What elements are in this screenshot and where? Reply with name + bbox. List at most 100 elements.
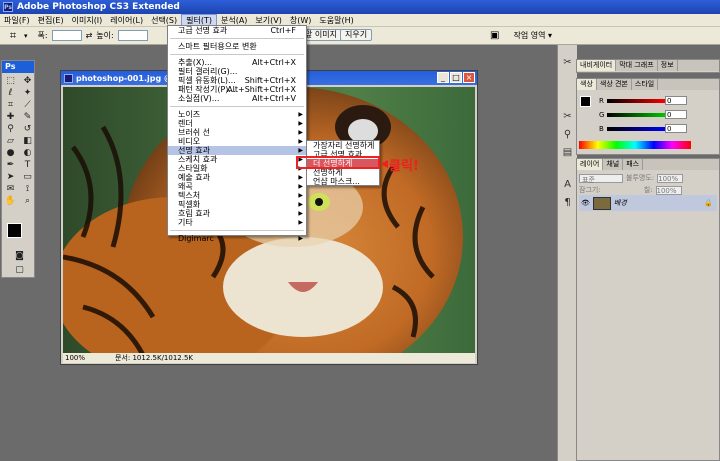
filter-menu-item-pattern-maker[interactable]: 패턴 작성기(P)... Alt+Shift+Ctrl+X: [168, 85, 306, 94]
menu-image[interactable]: 이미지(I): [68, 14, 107, 27]
zoom-tool-icon[interactable]: ⌕: [20, 196, 35, 207]
red-value-input[interactable]: 0: [665, 96, 687, 105]
minimize-icon[interactable]: _: [437, 72, 449, 83]
tab-info[interactable]: 정보: [658, 60, 678, 71]
blue-value-input[interactable]: 0: [665, 124, 687, 133]
fill-input[interactable]: 100%: [655, 185, 682, 195]
filter-menu-item-video[interactable]: 비디오 ▶: [168, 137, 306, 146]
color-foreground-swatch[interactable]: [580, 96, 591, 107]
tab-navigator[interactable]: 내비게이터: [577, 60, 617, 71]
shape-tool-icon[interactable]: ▭: [20, 172, 35, 183]
tab-layers[interactable]: 레이어: [577, 159, 604, 170]
hand-tool-icon[interactable]: ✋: [3, 196, 18, 207]
submenu-item-sharpen[interactable]: 선명하게: [307, 168, 379, 177]
swap-icon[interactable]: ⇄: [86, 31, 93, 40]
filter-menu-item-blur[interactable]: 흐림 효과 ▶: [168, 209, 306, 218]
lasso-tool-icon[interactable]: ℓ: [3, 88, 18, 99]
foreground-color-swatch[interactable]: [7, 223, 22, 238]
red-slider[interactable]: [606, 99, 667, 103]
filter-menu: 고급 선명 효과 Ctrl+F 스마트 필터용으로 변환 추출(X)... Alt+…: [167, 25, 307, 243]
green-slider[interactable]: [607, 113, 668, 117]
filter-menu-item-extract[interactable]: 추출(X)... Alt+Ctrl+X: [168, 58, 306, 67]
marquee-tool-icon[interactable]: ⬚: [3, 76, 18, 87]
tool-preset-arrow-icon[interactable]: ▾: [24, 32, 28, 40]
tab-styles[interactable]: 스타일: [632, 79, 659, 90]
filter-menu-item-smart-filter[interactable]: 스마트 필터용으로 변환: [168, 42, 306, 51]
tab-swatches[interactable]: 색상 견본: [597, 79, 632, 90]
opacity-input[interactable]: 100%: [657, 173, 684, 183]
tab-histogram[interactable]: 막대 그래프: [616, 60, 658, 71]
filter-menu-item-other[interactable]: 기타 ▶: [168, 218, 306, 227]
maximize-icon[interactable]: □: [450, 72, 462, 83]
app-title: Adobe Photoshop CS3 Extended: [17, 2, 180, 12]
menu-layer[interactable]: 레이어(L): [106, 14, 147, 27]
filter-menu-item-liquify[interactable]: 픽셀 유동화(L)... Shift+Ctrl+X: [168, 76, 306, 85]
blend-mode-select[interactable]: 표준: [579, 173, 623, 184]
blur-tool-icon[interactable]: ●: [3, 148, 18, 159]
filter-menu-item-stylize[interactable]: 스타일화 ▶: [168, 164, 306, 173]
submenu-item-unsharp-mask[interactable]: 언샵 마스크...: [307, 177, 379, 186]
close-icon[interactable]: ×: [463, 72, 475, 83]
color-panel: 색상 색상 견본 스타일 R 0 G 0 B 0: [576, 78, 720, 155]
gradient-tool-icon[interactable]: ◧: [20, 136, 35, 147]
magic-wand-tool-icon[interactable]: ✦: [20, 88, 35, 99]
height-input[interactable]: [117, 30, 148, 41]
quick-mask-icon[interactable]: ◙: [12, 251, 27, 262]
menu-file[interactable]: 파일(F): [0, 14, 34, 27]
green-value-input[interactable]: 0: [665, 110, 687, 119]
tab-channels[interactable]: 채널: [603, 159, 624, 170]
layer-name: 배경: [613, 199, 627, 207]
filter-menu-item-artistic[interactable]: 예술 효과 ▶: [168, 173, 306, 182]
filter-menu-item-render[interactable]: 렌더 ▶: [168, 119, 306, 128]
color-spectrum-bar[interactable]: [579, 141, 691, 149]
blue-slider[interactable]: [606, 127, 667, 131]
type-tool-icon[interactable]: T: [20, 160, 35, 171]
filter-menu-item-vanishing-point[interactable]: 소실점(V)... Alt+Ctrl+V: [168, 94, 306, 103]
navigator-panel: 내비게이터 막대 그래프 정보: [576, 59, 720, 73]
actions-panel-icon[interactable]: ✂: [561, 111, 575, 125]
history-brush-tool-icon[interactable]: ↺: [20, 124, 35, 135]
filter-menu-item-gallery[interactable]: 필터 갤러리(G)...: [168, 67, 306, 76]
clear-button[interactable]: 지우기: [340, 29, 373, 41]
filter-menu-item-digimarc[interactable]: Digimarc ▶: [168, 234, 306, 243]
toolbox-ps-logo: Ps: [2, 61, 34, 73]
filter-menu-item-sharpen[interactable]: 선명 효과 ▶: [168, 146, 306, 155]
filter-menu-item-brush-strokes[interactable]: 브러쉬 선 ▶: [168, 128, 306, 137]
filter-menu-item-texture[interactable]: 텍스처 ▶: [168, 191, 306, 200]
brushes-panel-icon[interactable]: ▤: [561, 147, 575, 161]
crop-tool-icon[interactable]: ⌗: [3, 100, 18, 111]
tab-paths[interactable]: 패스: [623, 159, 644, 170]
slice-tool-icon[interactable]: ⟋: [20, 100, 35, 111]
menu-edit[interactable]: 편집(E): [34, 14, 68, 27]
move-tool-icon[interactable]: ✥: [20, 76, 35, 87]
width-input[interactable]: [51, 30, 82, 41]
filter-menu-item-noise[interactable]: 노이즈 ▶: [168, 110, 306, 119]
pen-tool-icon[interactable]: ✒: [3, 160, 18, 171]
notes-tool-icon[interactable]: ✉: [3, 184, 18, 195]
workspace-menu[interactable]: 작업 영역 ▾: [513, 30, 552, 41]
history-panel-icon[interactable]: ✂: [561, 57, 575, 71]
eye-icon[interactable]: 👁: [581, 199, 590, 207]
screen-mode-icon[interactable]: ▢: [12, 265, 27, 276]
filter-menu-item-sketch[interactable]: 스케치 효과 ▶: [168, 155, 306, 164]
zoom-level[interactable]: 100%: [65, 354, 85, 362]
submenu-item-sharpen-edges[interactable]: 가장자리 선명하게: [307, 141, 379, 150]
filter-menu-item-pixelate[interactable]: 픽셀화 ▶: [168, 200, 306, 209]
healing-brush-tool-icon[interactable]: ✚: [3, 112, 18, 123]
tab-color[interactable]: 색상: [577, 79, 597, 90]
tool-presets-icon[interactable]: ⚲: [561, 129, 575, 143]
path-selection-tool-icon[interactable]: ➤: [3, 172, 18, 183]
dodge-tool-icon[interactable]: ◐: [20, 148, 35, 159]
brush-tool-icon[interactable]: ✎: [20, 112, 35, 123]
eyedropper-tool-icon[interactable]: ⟟: [20, 184, 35, 195]
bridge-icon[interactable]: ▣: [490, 30, 499, 41]
paragraph-panel-icon[interactable]: ¶: [561, 197, 575, 211]
clone-stamp-tool-icon[interactable]: ⚲: [3, 124, 18, 135]
layer-row-background[interactable]: 👁 배경 🔒: [579, 195, 717, 211]
menu-help[interactable]: 도움말(H): [315, 14, 357, 27]
eraser-tool-icon[interactable]: ▱: [3, 136, 18, 147]
filter-menu-item-last-filter[interactable]: 고급 선명 효과 Ctrl+F: [168, 26, 306, 35]
crop-tool-icon[interactable]: ⌗: [6, 29, 20, 43]
character-panel-icon[interactable]: A: [561, 179, 575, 193]
filter-menu-item-distort[interactable]: 왜곡 ▶: [168, 182, 306, 191]
